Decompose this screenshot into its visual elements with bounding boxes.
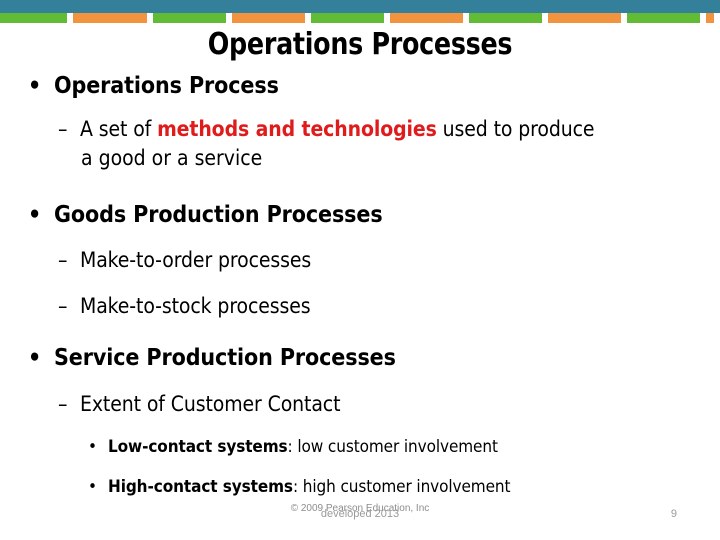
subbullet-text-highlight: methods and technologies [157,117,437,141]
dash-icon: – [58,248,68,272]
subsubbullet-term: High-contact systems [108,477,293,497]
bullet-label: Goods Production Processes [54,202,383,228]
header-color-strip [0,13,720,23]
subbullet-extent-of-customer-contact: – Extent of Customer Contact [58,392,341,416]
page-number: 9 [670,508,677,520]
dash-icon: – [58,294,68,318]
subsubbullet-description: : high customer involvement [292,477,511,497]
subbullet-label: Extent of Customer Contact [80,392,341,416]
bullet-label: Operations Process [54,73,279,99]
dash-icon: – [58,117,68,141]
header-strip-segment [0,13,68,23]
bullet-operations-process: • Operations Process [28,73,279,99]
subbullet-label: Make-to-order processes [80,248,312,272]
bullet-label: Service Production Processes [54,345,396,371]
header-strip-segment [626,13,700,23]
subbullet-text-cont: a good or a service [81,146,263,170]
subbullet-operations-process-definition: – A set of methods and technologies used … [58,117,595,141]
header-strip-segment [390,13,463,23]
bullet-dot-icon: • [28,345,42,371]
subbullet-text-post: used to produce [436,117,595,141]
slide-body: • Operations Process – A set of methods an… [0,66,720,497]
subsubbullet-low-contact-systems: • Low-contact systems: low customer invol… [88,437,498,457]
bullet-goods-production-processes: • Goods Production Processes [28,202,383,228]
subsubbullet-high-contact-systems: • High-contact systems: high customer inv… [88,477,511,497]
bullet-service-production-processes: • Service Production Processes [28,345,396,371]
subsubbullet-term: Low-contact systems [108,437,288,457]
subsubbullet-description: : low customer involvement [287,437,498,457]
dash-icon: – [58,392,68,416]
header-strip-segment [73,13,148,23]
header-strip-segment [547,13,621,23]
header-strip-segment [232,13,306,23]
subbullet-make-to-stock: – Make-to-stock processes [58,294,311,318]
slide-canvas: Operations Processes • Operations Process… [0,0,720,540]
header-strip-segment [153,13,227,23]
developed-notice: developed 2013 [320,508,400,520]
bullet-dot-icon: • [88,477,97,497]
bullet-dot-icon: • [28,202,42,228]
subbullet-text-pre: A set of [80,117,158,141]
subbullet-operations-process-definition-cont: a good or a service [81,146,262,170]
header-strip-segment [705,13,714,23]
bullet-dot-icon: • [88,437,97,457]
header-teal-bar [0,0,720,13]
subbullet-label: Make-to-stock processes [80,294,311,318]
header-strip-segment [311,13,384,23]
header-strip-segment [468,13,542,23]
page-title: Operations Processes [207,27,513,62]
subbullet-make-to-order: – Make-to-order processes [58,248,311,272]
header-decoration [0,0,720,24]
bullet-dot-icon: • [28,73,42,99]
